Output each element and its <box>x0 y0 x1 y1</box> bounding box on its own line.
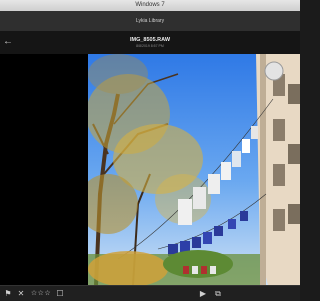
photo-metadata: 8/8/2019 8:57 PM <box>136 44 164 48</box>
app-title: Lykia Library <box>135 18 165 24</box>
bottom-toolbar: ⚑ ✕ ☆☆☆ ☐ ▶ ⧉ <box>0 285 300 301</box>
photo-viewer[interactable] <box>0 54 300 285</box>
reject-icon[interactable]: ✕ <box>16 288 26 299</box>
viewer-header: ← IMG_8505.RAW 8/8/2019 8:57 PM <box>0 31 300 55</box>
photo-image <box>88 54 300 285</box>
app-titlebar: Lykia Library <box>0 11 300 31</box>
street-level <box>88 250 260 285</box>
comment-icon[interactable]: ☐ <box>55 288 65 299</box>
play-icon[interactable]: ▶ <box>198 288 208 299</box>
flag-icon[interactable]: ⚑ <box>3 288 13 299</box>
os-window-title: Windows 7 <box>135 2 165 8</box>
slideshow-icon[interactable]: ⧉ <box>212 288 224 299</box>
photo-filename: IMG_8505.RAW <box>129 37 171 43</box>
star-rating[interactable]: ☆☆☆ <box>30 288 52 299</box>
building-facade <box>256 54 300 285</box>
os-window-titlebar: Windows 7 <box>0 0 300 11</box>
